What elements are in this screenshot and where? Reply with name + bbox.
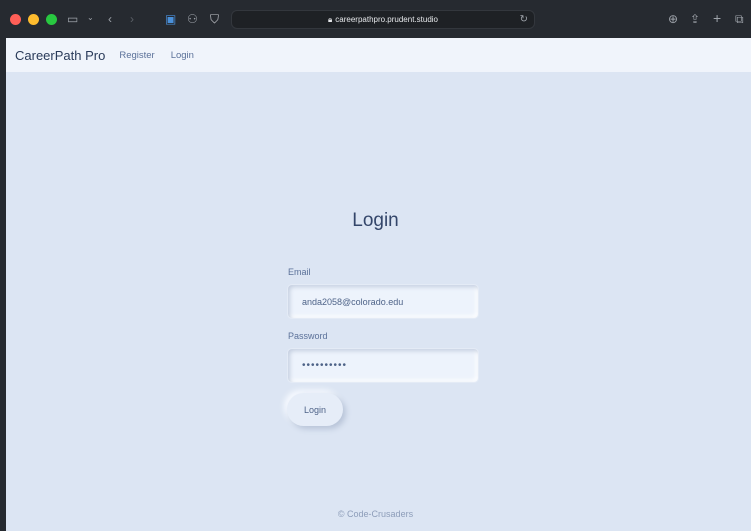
minimize-window-button[interactable]	[28, 13, 39, 25]
footer-copyright: © Code-Crusaders	[337, 509, 414, 519]
page-title: Login	[352, 210, 399, 231]
window-controls	[10, 13, 57, 25]
privacy-icon[interactable]: ⚇	[187, 13, 198, 25]
download-icon[interactable]: ⊕	[668, 13, 678, 25]
email-label: Email	[288, 267, 311, 277]
reload-icon[interactable]: ↻	[520, 14, 528, 25]
address-bar[interactable]: 🔒︎ careerpathpro.prudent.studio ↻	[231, 10, 535, 29]
nav-register-link[interactable]: Register	[119, 50, 154, 61]
browser-toolbar: ▭ ⌄ ‹ › ▣ ⚇ ⛉ 🔒︎ careerpathpro.prudent.s…	[0, 0, 751, 38]
lock-icon: 🔒︎	[328, 14, 333, 24]
zoom-window-button[interactable]	[46, 13, 57, 25]
translate-icon[interactable]: ▣	[165, 13, 176, 25]
new-tab-icon[interactable]: +	[713, 11, 721, 25]
brand-logo[interactable]: CareerPath Pro	[15, 48, 105, 63]
nav-login-link[interactable]: Login	[171, 50, 194, 61]
chevron-down-icon[interactable]: ⌄	[87, 14, 94, 22]
url-text: careerpathpro.prudent.studio	[335, 15, 438, 24]
shield-icon[interactable]: ⛉	[210, 13, 219, 25]
tab-overview-icon[interactable]: ⧉	[735, 13, 744, 25]
sidebar-toggle-icon[interactable]: ▭	[67, 13, 78, 25]
password-label: Password	[288, 331, 328, 341]
share-icon[interactable]: ⇪	[690, 13, 700, 25]
close-window-button[interactable]	[10, 13, 21, 25]
email-field[interactable]	[288, 285, 478, 318]
app-navbar: CareerPath Pro Register Login	[0, 38, 751, 72]
forward-icon[interactable]: ›	[130, 13, 134, 25]
back-icon[interactable]: ‹	[108, 13, 112, 25]
login-button[interactable]: Login	[287, 393, 343, 426]
password-field[interactable]	[288, 349, 478, 382]
